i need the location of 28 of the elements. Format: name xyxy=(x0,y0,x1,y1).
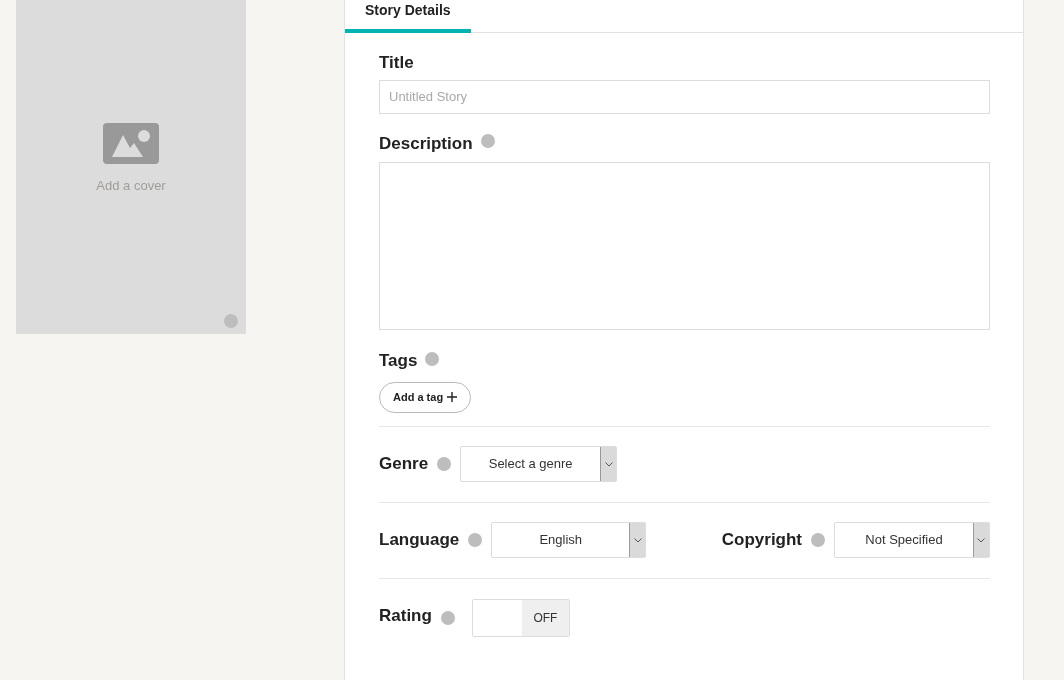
toggle-switch[interactable]: OFF xyxy=(471,598,570,637)
chevron-down-icon xyxy=(977,537,986,543)
add-tag-button[interactable]: Add a tag xyxy=(379,381,472,413)
info-icon[interactable] xyxy=(811,533,825,547)
chevron-down-icon xyxy=(633,537,642,543)
info-icon[interactable] xyxy=(480,134,495,149)
info-icon[interactable] xyxy=(468,533,483,547)
plus-icon xyxy=(447,391,458,402)
dropdown[interactable]: English xyxy=(491,522,647,558)
chevron-down-icon xyxy=(604,461,613,467)
description-textarea[interactable] xyxy=(379,162,990,330)
info-icon[interactable] xyxy=(437,457,452,471)
field-label: Language xyxy=(379,529,460,552)
tab[interactable]: Story Details xyxy=(345,0,471,33)
field-label: Genre xyxy=(379,453,429,476)
dropdown[interactable]: Select a genre xyxy=(460,446,618,482)
field-label: Rating xyxy=(379,604,432,627)
field-label: Title xyxy=(379,52,415,74)
add-cover-label: Add a cover xyxy=(96,177,166,195)
info-icon[interactable] xyxy=(440,610,455,625)
info-icon[interactable] xyxy=(224,314,238,328)
field-label: Copyright xyxy=(721,529,803,552)
field-label: Tags xyxy=(379,350,418,372)
field-label: Description xyxy=(379,132,473,155)
image-icon xyxy=(103,123,159,164)
title-input[interactable]: Untitled Story xyxy=(379,79,990,114)
info-icon[interactable] xyxy=(425,351,440,366)
dropdown[interactable]: Not Specified xyxy=(833,522,990,558)
